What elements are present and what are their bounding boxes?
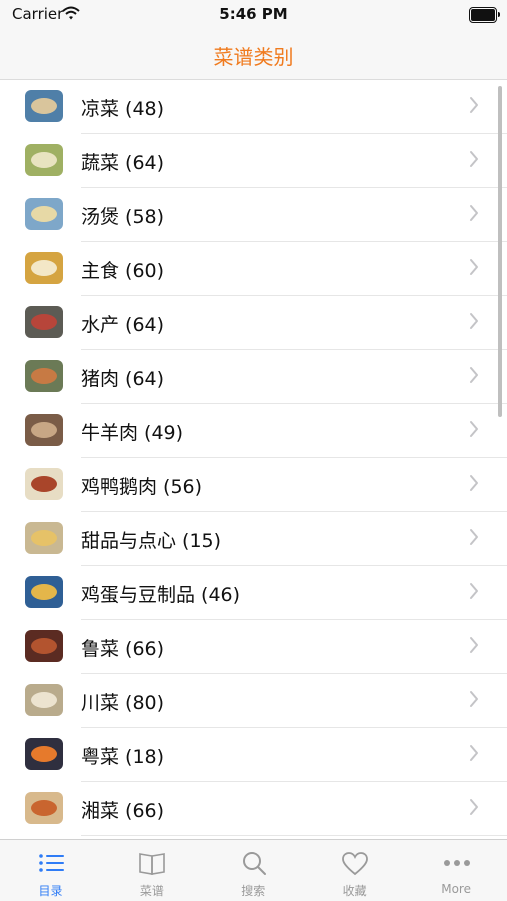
tab-label: 目录 (38, 884, 63, 898)
category-row[interactable]: 鸡鸭鹅肉 (56) (0, 458, 507, 512)
chevron-right-icon (470, 799, 478, 815)
category-thumbnail (25, 576, 63, 608)
category-row[interactable]: 水产 (64) (0, 296, 507, 350)
navigation-bar: 菜谱类别 (0, 30, 507, 80)
category-list[interactable]: 凉菜 (48) 蔬菜 (64) 汤煲 (58) 主食 (60) 水产 (64) 猪肉 (6… (0, 80, 507, 838)
category-thumbnail (25, 630, 63, 662)
chevron-right-icon (470, 637, 478, 653)
category-label: 牛羊肉 (49) (81, 422, 184, 444)
category-row[interactable]: 湘菜 (66) (0, 782, 507, 836)
category-label: 鸡鸭鹅肉 (56) (81, 476, 203, 498)
category-label: 湘菜 (66) (81, 800, 165, 822)
tab-more[interactable]: More (406, 840, 507, 901)
chevron-right-icon (470, 475, 478, 491)
category-thumbnail (25, 90, 63, 122)
category-row[interactable]: 汤煲 (58) (0, 188, 507, 242)
category-thumbnail (25, 792, 63, 824)
chevron-right-icon (470, 259, 478, 275)
category-row[interactable]: 牛羊肉 (49) (0, 404, 507, 458)
chevron-right-icon (470, 583, 478, 599)
chevron-right-icon (470, 97, 478, 113)
category-thumbnail (25, 738, 63, 770)
row-divider (81, 835, 507, 836)
chevron-right-icon (470, 421, 478, 437)
search-icon (242, 852, 266, 875)
tab-list[interactable]: 目录 (0, 840, 101, 901)
category-thumbnail (25, 198, 63, 230)
chevron-right-icon (470, 151, 478, 167)
tab-book[interactable]: 菜谱 (101, 840, 202, 901)
category-thumbnail (25, 252, 63, 284)
chevron-right-icon (470, 367, 478, 383)
category-label: 粤菜 (18) (81, 746, 165, 768)
status-bar: Carrier 5:46 PM (0, 0, 507, 30)
more-icon (443, 860, 470, 866)
tab-search[interactable]: 搜索 (203, 840, 304, 901)
chevron-right-icon (470, 745, 478, 761)
tab-label: More (441, 882, 471, 896)
chevron-right-icon (470, 205, 478, 221)
category-thumbnail (25, 414, 63, 446)
category-label: 蔬菜 (64) (81, 152, 165, 174)
tab-label: 收藏 (342, 884, 367, 898)
page-title: 菜谱类别 (213, 45, 294, 69)
category-thumbnail (25, 306, 63, 338)
category-thumbnail (25, 144, 63, 176)
list-icon (39, 854, 64, 872)
category-label: 鸡蛋与豆制品 (46) (81, 584, 241, 606)
chevron-right-icon (470, 529, 478, 545)
category-label: 川菜 (80) (81, 692, 165, 714)
category-label: 猪肉 (64) (81, 368, 165, 390)
tab-heart[interactable]: 收藏 (304, 840, 405, 901)
category-label: 水产 (64) (81, 314, 165, 336)
chevron-right-icon (470, 313, 478, 329)
category-row[interactable]: 凉菜 (48) (0, 80, 507, 134)
category-row[interactable]: 鸡蛋与豆制品 (46) (0, 566, 507, 620)
tab-label: 菜谱 (139, 884, 164, 898)
category-label: 凉菜 (48) (81, 98, 165, 120)
chevron-right-icon (470, 691, 478, 707)
category-row[interactable]: 粤菜 (18) (0, 728, 507, 782)
category-label: 主食 (60) (81, 260, 165, 282)
category-row[interactable]: 川菜 (80) (0, 674, 507, 728)
category-thumbnail (25, 522, 63, 554)
category-thumbnail (25, 360, 63, 392)
status-time: 5:46 PM (219, 5, 288, 23)
scroll-indicator[interactable] (498, 86, 502, 417)
battery-icon (469, 7, 500, 23)
category-label: 鲁菜 (66) (81, 638, 165, 660)
category-row[interactable]: 主食 (60) (0, 242, 507, 296)
category-thumbnail (25, 684, 63, 716)
book-icon (139, 853, 166, 875)
tab-bar: 目录 菜谱 搜索 收藏 More (0, 839, 507, 901)
tab-label: 搜索 (241, 884, 266, 898)
category-label: 汤煲 (58) (81, 206, 165, 228)
category-row[interactable]: 鲁菜 (66) (0, 620, 507, 674)
category-row[interactable]: 猪肉 (64) (0, 350, 507, 404)
category-label: 甜品与点心 (15) (81, 530, 222, 552)
category-row[interactable]: 甜品与点心 (15) (0, 512, 507, 566)
heart-icon (342, 852, 369, 876)
category-row[interactable]: 蔬菜 (64) (0, 134, 507, 188)
category-thumbnail (25, 468, 63, 500)
